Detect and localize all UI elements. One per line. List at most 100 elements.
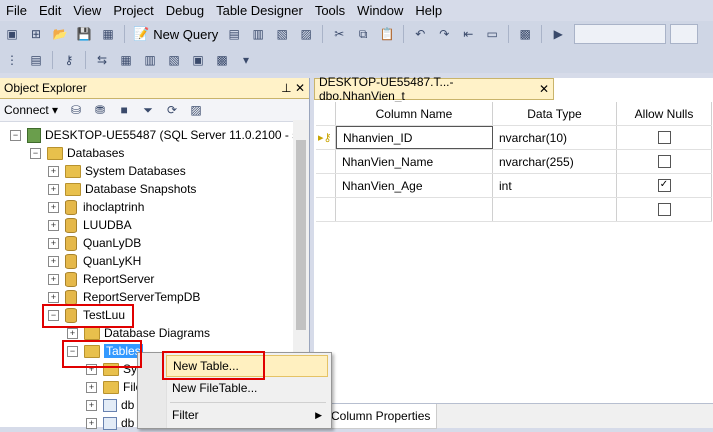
expand-icon[interactable]: + [48,165,59,177]
cut-icon[interactable]: ✂ [329,25,349,43]
open-file-icon[interactable]: 📂 [50,25,70,43]
expand-icon[interactable]: + [48,201,59,213]
menu-item-new-filetable[interactable]: New FileTable... [166,377,328,399]
query-xmla-icon[interactable]: ▨ [296,25,316,43]
expand-icon[interactable]: + [48,255,59,267]
column-properties-tab[interactable]: Column Properties [324,404,438,429]
table-row[interactable] [316,198,712,222]
table-row[interactable]: ▸⚷ Nhanvien_ID nvarchar(10) [316,126,712,150]
expand-icon[interactable]: + [67,327,78,339]
navigate-icon[interactable]: ⇤ [458,25,478,43]
find-dropdown[interactable] [670,24,699,44]
allow-nulls-cell[interactable] [617,150,712,173]
connect-button[interactable]: Connect ▾ [4,103,58,117]
row-selector[interactable] [316,174,336,197]
allow-nulls-checkbox[interactable] [657,131,671,144]
query-db-icon[interactable]: ▤ [224,25,244,43]
manage-fulltext-icon[interactable]: ▥ [140,51,160,69]
row-selector[interactable]: ▸⚷ [316,126,336,149]
tree-item-dbo-table[interactable]: + db [86,414,134,432]
tree-databases-node[interactable]: − Databases [30,144,124,162]
save-icon[interactable]: 💾 [74,25,94,43]
expand-icon[interactable]: + [48,219,59,231]
data-type-cell[interactable]: nvarchar(10) [493,126,617,149]
row-selector[interactable] [316,198,336,221]
manage-xml-indexes-icon[interactable]: ▧ [164,51,184,69]
close-tab-icon[interactable]: ✕ [539,82,549,96]
menu-tools[interactable]: Tools [309,0,351,21]
menu-table-designer[interactable]: Table Designer [210,0,309,21]
filter-icon[interactable]: ⏷ [138,101,158,119]
tree-item-quanlydb[interactable]: + QuanLyDB [48,234,141,252]
column-name-cell[interactable] [336,198,493,221]
activity-icon[interactable]: ▨ [186,101,206,119]
solution-config-dropdown[interactable] [574,24,667,44]
tree-item-quanlykh[interactable]: + QuanLyKH [48,252,141,270]
allow-nulls-cell[interactable] [617,126,712,149]
stop-icon[interactable]: ■ [114,101,134,119]
expand-icon[interactable]: + [48,273,59,285]
add-item-icon[interactable]: ⊞ [26,25,46,43]
collapse-icon[interactable]: − [10,129,21,141]
new-project-icon[interactable]: ▣ [2,25,22,43]
table-row[interactable]: NhanVien_Age int ✓ [316,174,712,198]
menu-help[interactable]: Help [409,0,448,21]
activity-monitor-icon[interactable]: ▩ [515,25,535,43]
expand-icon[interactable]: + [48,183,59,195]
disconnect-icon[interactable]: ⛃ [90,101,110,119]
refresh-icon[interactable]: ⟳ [162,101,182,119]
menu-view[interactable]: View [67,0,107,21]
allow-nulls-checkbox[interactable] [657,155,671,168]
copy-icon[interactable]: ⧉ [353,25,373,43]
spatial-indexes-icon[interactable]: ▩ [212,51,232,69]
expand-icon[interactable]: + [86,399,97,411]
column-name-cell[interactable]: NhanVien_Age [336,174,493,197]
menu-item-filter[interactable]: Filter ▶ [166,404,328,426]
document-tab[interactable]: DESKTOP-UE55487.T...- dbo.NhanVien_t ✕ [314,75,554,103]
scrollbar-thumb[interactable] [296,140,306,330]
menu-file[interactable]: File [0,0,33,21]
tree-item-reportserver[interactable]: + ReportServer [48,270,154,288]
expand-icon[interactable]: + [48,237,59,249]
menu-edit[interactable]: Edit [33,0,67,21]
manage-indexes-icon[interactable]: ▦ [116,51,136,69]
undo-icon[interactable]: ↶ [410,25,430,43]
redo-icon[interactable]: ↷ [434,25,454,43]
table-row[interactable]: NhanVien_Name nvarchar(255) [316,150,712,174]
tree-item-filetables[interactable]: + File [86,378,142,396]
data-type-cell[interactable]: int [493,174,617,197]
query-dmx-icon[interactable]: ▧ [272,25,292,43]
tree-item-dbo-table[interactable]: + db [86,396,134,414]
window-icon[interactable]: ▭ [482,25,502,43]
data-type-cell[interactable] [493,198,617,221]
collapse-icon[interactable]: − [30,147,41,159]
row-selector[interactable] [316,150,336,173]
menu-debug[interactable]: Debug [160,0,210,21]
menu-project[interactable]: Project [107,0,159,21]
relationships-icon[interactable]: ⇆ [92,51,112,69]
tree-item-luudba[interactable]: + LUUDBA [48,216,132,234]
expand-icon[interactable]: + [48,291,59,303]
column-name-cell[interactable]: NhanVien_Name [336,150,493,173]
save-all-icon[interactable]: ▦ [98,25,118,43]
column-name-cell[interactable]: Nhanvien_ID [336,126,493,149]
toolbar-overflow-icon[interactable]: ▾ [236,51,256,69]
paste-icon[interactable]: 📋 [377,25,397,43]
connect-object-icon[interactable]: ⛁ [66,101,86,119]
tree-item-ihoclaptrinh[interactable]: + ihoclaptrinh [48,198,144,216]
pin-close-icon[interactable]: ⊥ ✕ [281,81,305,95]
allow-nulls-checkbox[interactable]: ✓ [657,179,671,192]
check-constraints-icon[interactable]: ▣ [188,51,208,69]
query-mdx-icon[interactable]: ▥ [248,25,268,43]
tree-server-node[interactable]: − DESKTOP-UE55487 (SQL Server 11.0.2100 … [10,126,309,144]
allow-nulls-cell[interactable]: ✓ [617,174,712,197]
expand-icon[interactable]: + [86,381,97,393]
allow-nulls-checkbox[interactable] [657,203,671,216]
new-query-button[interactable]: 📝 New Query [129,26,222,42]
tree-item-database-snapshots[interactable]: + Database Snapshots [48,180,196,198]
menu-window[interactable]: Window [351,0,409,21]
tree-item-system-databases[interactable]: + System Databases [48,162,186,180]
primary-key-icon[interactable]: ⚷ [59,51,79,69]
data-type-cell[interactable]: nvarchar(255) [493,150,617,173]
allow-nulls-cell[interactable] [617,198,712,221]
